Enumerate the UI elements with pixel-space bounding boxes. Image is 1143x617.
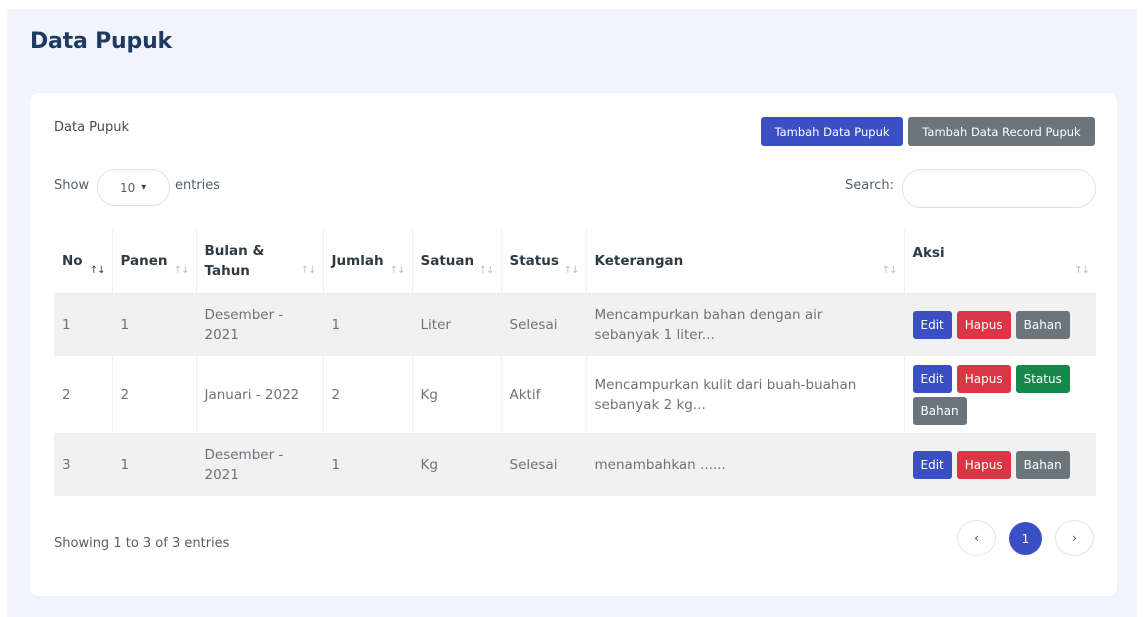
cell-bulan-tahun: Desember - 2021 (196, 293, 324, 356)
cell-panen: 2 (112, 356, 197, 433)
sort-icon: ↑↓ (563, 264, 580, 276)
cell-jumlah: 2 (323, 356, 413, 433)
cell-no: 2 (54, 356, 113, 433)
cell-no: 1 (54, 293, 113, 356)
cell-keterangan: menambahkan ...... (586, 433, 905, 496)
cell-bulan-tahun: Desember - 2021 (196, 433, 324, 496)
sort-icon: ↑↓ (173, 264, 190, 276)
bahan-button[interactable]: Bahan (1015, 310, 1070, 339)
cell-status: Selesai (501, 293, 587, 356)
sort-icon: ↑↓ (389, 264, 406, 276)
delete-button[interactable]: Hapus (956, 310, 1011, 339)
column-header-bulan-tahun[interactable]: Bulan & Tahun ↑↓ (196, 229, 324, 294)
cell-aksi: Edit Hapus Status Bahan (904, 356, 1096, 433)
entries-select[interactable]: 10 ▾ (97, 169, 170, 206)
sort-icon: ↑↓ (89, 264, 106, 276)
table-row: 1 1 Desember - 2021 1 Liter Selesai Menc… (54, 293, 1096, 356)
add-record-pupuk-button[interactable]: Tambah Data Record Pupuk (908, 117, 1095, 146)
column-header-aksi[interactable]: Aksi ↑↓ (904, 229, 1096, 294)
bahan-button[interactable]: Bahan (1015, 450, 1070, 479)
cell-jumlah: 1 (323, 433, 413, 496)
search-input[interactable] (902, 169, 1096, 208)
table-row: 2 2 Januari - 2022 2 Kg Aktif Mencampurk… (54, 356, 1096, 433)
table-row: 3 1 Desember - 2021 1 Kg Selesai menamba… (54, 433, 1096, 496)
cell-bulan-tahun: Januari - 2022 (196, 356, 324, 433)
cell-satuan: Kg (412, 356, 502, 433)
column-header-no[interactable]: No ↑↓ (54, 229, 113, 294)
page-title: Data Pupuk (30, 29, 172, 54)
cell-no: 3 (54, 433, 113, 496)
cell-panen: 1 (112, 293, 197, 356)
bahan-button[interactable]: Bahan (912, 396, 967, 425)
table-info: Showing 1 to 3 of 3 entries (54, 536, 230, 551)
cell-aksi: Edit Hapus Bahan (904, 293, 1096, 356)
pagination-next-button[interactable]: › (1055, 520, 1094, 556)
sort-icon: ↑↓ (1074, 264, 1090, 276)
column-header-keterangan[interactable]: Keterangan ↑↓ (586, 229, 905, 294)
status-button[interactable]: Status (1015, 364, 1070, 393)
table-header-row: No ↑↓ Panen ↑↓ Bulan & Tahun ↑↓ Jumlah ↑↓ Sa… (54, 229, 1096, 294)
sort-icon: ↑↓ (881, 264, 898, 276)
cell-status: Selesai (501, 433, 587, 496)
cell-satuan: Kg (412, 433, 502, 496)
delete-button[interactable]: Hapus (956, 364, 1011, 393)
pagination-page-1[interactable]: 1 (1009, 522, 1042, 555)
cell-keterangan: Mencampurkan bahan dengan air sebanyak 1… (586, 293, 905, 356)
edit-button[interactable]: Edit (912, 450, 952, 479)
cell-jumlah: 1 (323, 293, 413, 356)
column-header-satuan[interactable]: Satuan ↑↓ (412, 229, 502, 294)
cell-aksi: Edit Hapus Bahan (904, 433, 1096, 496)
sort-icon: ↑↓ (300, 264, 317, 276)
entries-select-value: 10 (120, 180, 136, 195)
edit-button[interactable]: Edit (912, 310, 952, 339)
column-header-panen[interactable]: Panen ↑↓ (112, 229, 197, 294)
search-label: Search: (845, 178, 895, 193)
show-label: Show (54, 178, 90, 193)
chevron-left-icon: ‹ (974, 531, 979, 545)
entries-label: entries (175, 178, 221, 193)
pagination-prev-button[interactable]: ‹ (957, 520, 996, 556)
column-header-jumlah[interactable]: Jumlah ↑↓ (323, 229, 413, 294)
edit-button[interactable]: Edit (912, 364, 952, 393)
delete-button[interactable]: Hapus (956, 450, 1011, 479)
chevron-down-icon: ▾ (141, 182, 147, 193)
column-header-status[interactable]: Status ↑↓ (501, 229, 587, 294)
cell-keterangan: Mencampurkan kulit dari buah-buahan seba… (586, 356, 905, 433)
card-title: Data Pupuk (54, 120, 130, 135)
add-data-pupuk-button[interactable]: Tambah Data Pupuk (761, 117, 903, 146)
chevron-right-icon: › (1072, 531, 1077, 545)
cell-satuan: Liter (412, 293, 502, 356)
pupuk-table: No ↑↓ Panen ↑↓ Bulan & Tahun ↑↓ Jumlah ↑↓ Sa… (54, 229, 1096, 496)
sort-icon: ↑↓ (478, 264, 495, 276)
cell-status: Aktif (501, 356, 587, 433)
cell-panen: 1 (112, 433, 197, 496)
data-card: Data Pupuk Tambah Data Pupuk Tambah Data… (30, 93, 1117, 596)
